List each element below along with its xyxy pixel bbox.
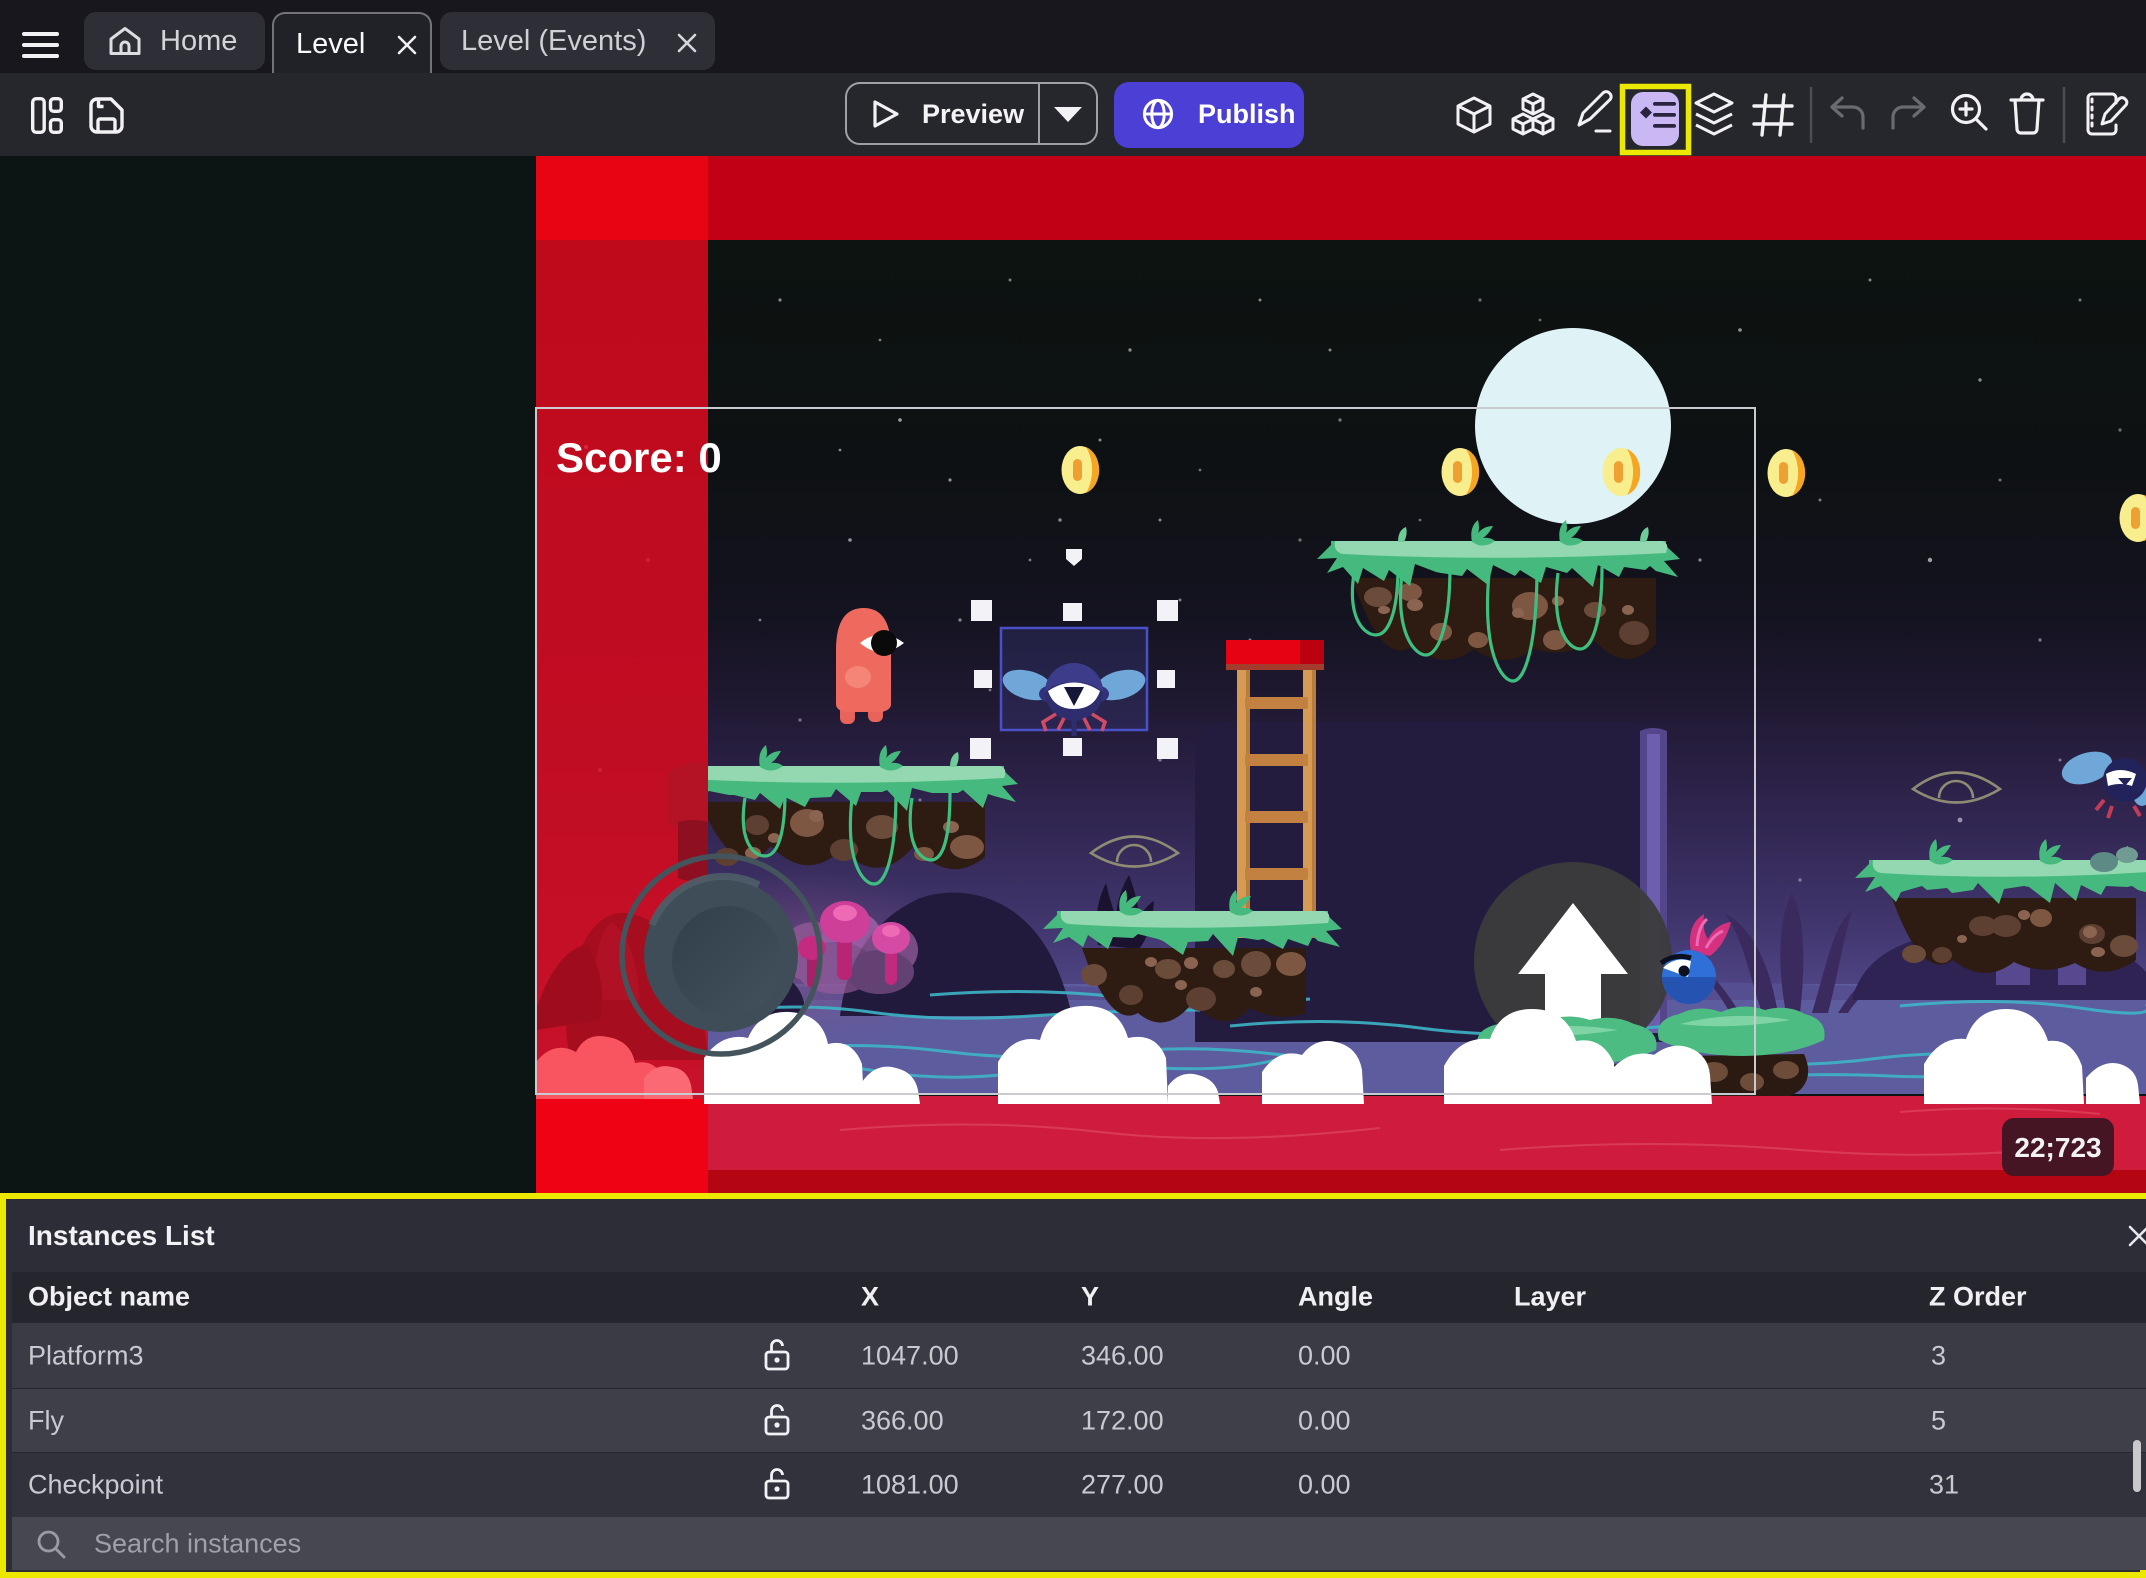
svg-text:Score: 0: Score: 0 bbox=[556, 434, 722, 481]
svg-text:22;723: 22;723 bbox=[2014, 1132, 2101, 1163]
